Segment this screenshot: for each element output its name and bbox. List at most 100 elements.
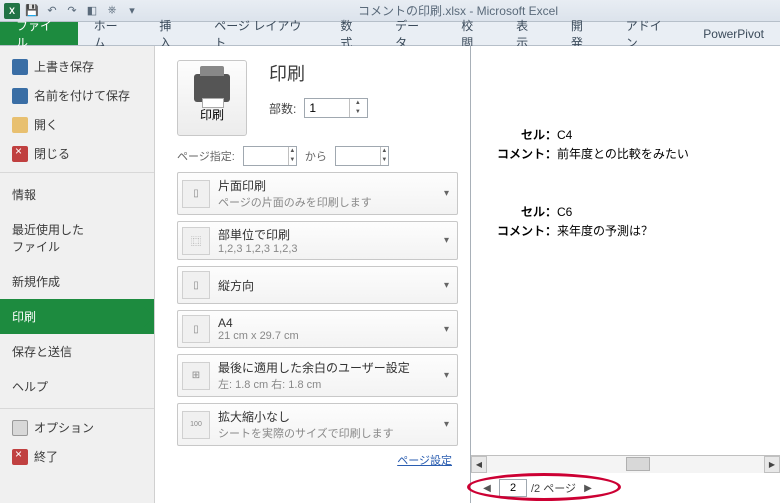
option-title: 片面印刷 (218, 177, 436, 194)
print-preview-panel: セル：C4 コメント：前年度との比較をみたい セル：C6 コメント：来年度の予測… (470, 46, 780, 503)
tab-powerpivot[interactable]: PowerPivot (687, 22, 780, 45)
option-sides[interactable]: ▯ 片面印刷ページの片面のみを印刷します ▾ (177, 172, 458, 215)
tab-formulas[interactable]: 数式 (324, 22, 379, 45)
page-total-label: /2 ページ (531, 480, 576, 496)
page-setup-link[interactable]: ページ設定 (177, 452, 458, 468)
ribbon-tabs: ファイル ホーム 挿入 ページ レイアウト 数式 データ 校閲 表示 開発 アド… (0, 22, 780, 46)
page-to-spinner[interactable]: ▲▼ (335, 146, 389, 166)
tab-insert[interactable]: 挿入 (143, 22, 198, 45)
option-desc: ページの片面のみを印刷します (218, 194, 436, 210)
sidebar-close[interactable]: 閉じる (0, 139, 154, 168)
option-title: A4 (218, 316, 436, 330)
option-margins[interactable]: ⊞ 最後に適用した余白のユーザー設定左: 1.8 cm 右: 1.8 cm ▾ (177, 354, 458, 397)
sidebar-help[interactable]: ヘルプ (0, 369, 154, 404)
page-range-label: ページ指定: (177, 148, 235, 164)
collate-icon: ⿴ (182, 227, 210, 255)
sidebar-options[interactable]: オプション (0, 413, 154, 442)
chevron-down-icon: ▾ (444, 188, 453, 199)
sidebar-label: 最近使用した ファイル (12, 221, 84, 255)
save-icon (12, 59, 28, 75)
copies-input[interactable] (305, 101, 349, 115)
page-to-input[interactable] (336, 149, 380, 163)
prev-page-button[interactable]: ◀ (479, 480, 495, 496)
sidebar-label: 保存と送信 (12, 343, 72, 360)
scroll-left-icon[interactable]: ◀ (471, 456, 487, 473)
separator (0, 172, 154, 173)
option-collate[interactable]: ⿴ 部単位で印刷1,2,3 1,2,3 1,2,3 ▾ (177, 221, 458, 260)
scaling-icon: 100 (182, 411, 210, 439)
sidebar-print[interactable]: 印刷 (0, 299, 154, 334)
option-title: 部単位で印刷 (218, 226, 436, 243)
sidebar-open[interactable]: 開く (0, 110, 154, 139)
page-from-input[interactable] (244, 149, 288, 163)
sidebar-label: 新規作成 (12, 273, 60, 290)
sidebar-send[interactable]: 保存と送信 (0, 334, 154, 369)
open-icon (12, 117, 28, 133)
chevron-down-icon: ▾ (444, 370, 453, 381)
preview-page: セル：C4 コメント：前年度との比較をみたい セル：C6 コメント：来年度の予測… (471, 46, 780, 455)
options-icon (12, 420, 28, 436)
separator (0, 408, 154, 409)
chevron-down-icon: ▾ (444, 324, 453, 335)
option-paper-size[interactable]: ▯ A421 cm x 29.7 cm ▾ (177, 310, 458, 348)
horizontal-scrollbar[interactable]: ◀ ▶ (471, 455, 780, 473)
chevron-down-icon: ▾ (444, 235, 453, 246)
sidebar-label: 名前を付けて保存 (34, 87, 130, 104)
spinner-arrows[interactable]: ▲▼ (349, 99, 365, 117)
sidebar-label: 上書き保存 (34, 58, 94, 75)
sides-icon: ▯ (182, 180, 210, 208)
print-button[interactable]: 印刷 (177, 60, 247, 136)
sidebar-label: 情報 (12, 186, 36, 203)
tab-home[interactable]: ホーム (78, 22, 144, 45)
option-title: 最後に適用した余白のユーザー設定 (218, 359, 436, 376)
copies-spinner[interactable]: ▲▼ (304, 98, 368, 118)
paper-icon: ▯ (182, 315, 210, 343)
sidebar-label: オプション (34, 419, 94, 436)
tab-view[interactable]: 表示 (500, 22, 555, 45)
tab-review[interactable]: 校閲 (445, 22, 500, 45)
sidebar-label: 開く (34, 116, 58, 133)
option-desc: 左: 1.8 cm 右: 1.8 cm (218, 376, 436, 392)
printer-icon (194, 74, 230, 102)
redo-icon[interactable]: ↷ (64, 3, 80, 19)
page-to-label: から (305, 148, 327, 164)
sidebar-info[interactable]: 情報 (0, 177, 154, 212)
preview-content: セル：C4 コメント：前年度との比較をみたい セル：C6 コメント：来年度の予測… (491, 126, 760, 241)
sidebar-recent[interactable]: 最近使用した ファイル (0, 212, 154, 264)
close-icon (12, 146, 28, 162)
orientation-icon: ▯ (182, 271, 210, 299)
print-title: 印刷 (269, 60, 368, 86)
sidebar-label: ヘルプ (12, 378, 48, 395)
option-scaling[interactable]: 100 拡大縮小なしシートを実際のサイズで印刷します ▾ (177, 403, 458, 446)
sidebar-label: 印刷 (12, 308, 36, 325)
preview-footer: ◀ /2 ページ ▶ (471, 473, 780, 503)
option-desc: 1,2,3 1,2,3 1,2,3 (218, 243, 436, 255)
option-title: 縦方向 (218, 277, 436, 294)
scroll-thumb[interactable] (626, 457, 650, 471)
tab-addins[interactable]: アドイン (610, 22, 688, 45)
option-desc: シートを実際のサイズで印刷します (218, 425, 436, 441)
tab-data[interactable]: データ (379, 22, 445, 45)
sidebar-new[interactable]: 新規作成 (0, 264, 154, 299)
tab-file[interactable]: ファイル (0, 22, 78, 45)
page-number-input[interactable] (499, 479, 527, 497)
tab-page-layout[interactable]: ページ レイアウト (198, 22, 324, 45)
sidebar-label: 閉じる (34, 145, 70, 162)
print-settings-panel: 印刷 印刷 部数: ▲▼ ページ指定: ▲▼ から ▲▼ ▯ 片面印刷ページ (155, 46, 470, 503)
next-page-button[interactable]: ▶ (580, 480, 596, 496)
option-orientation[interactable]: ▯ 縦方向 ▾ (177, 266, 458, 304)
option-desc: 21 cm x 29.7 cm (218, 330, 436, 342)
sidebar-saveas[interactable]: 名前を付けて保存 (0, 81, 154, 110)
saveas-icon (12, 88, 28, 104)
margins-icon: ⊞ (182, 362, 210, 390)
scroll-right-icon[interactable]: ▶ (764, 456, 780, 473)
exit-icon (12, 449, 28, 465)
chevron-down-icon: ▾ (444, 280, 453, 291)
option-title: 拡大縮小なし (218, 408, 436, 425)
copies-label: 部数: (269, 100, 296, 117)
sidebar-save[interactable]: 上書き保存 (0, 52, 154, 81)
tab-developer[interactable]: 開発 (555, 22, 610, 45)
scroll-track[interactable] (487, 456, 764, 473)
sidebar-exit[interactable]: 終了 (0, 442, 154, 471)
page-from-spinner[interactable]: ▲▼ (243, 146, 297, 166)
